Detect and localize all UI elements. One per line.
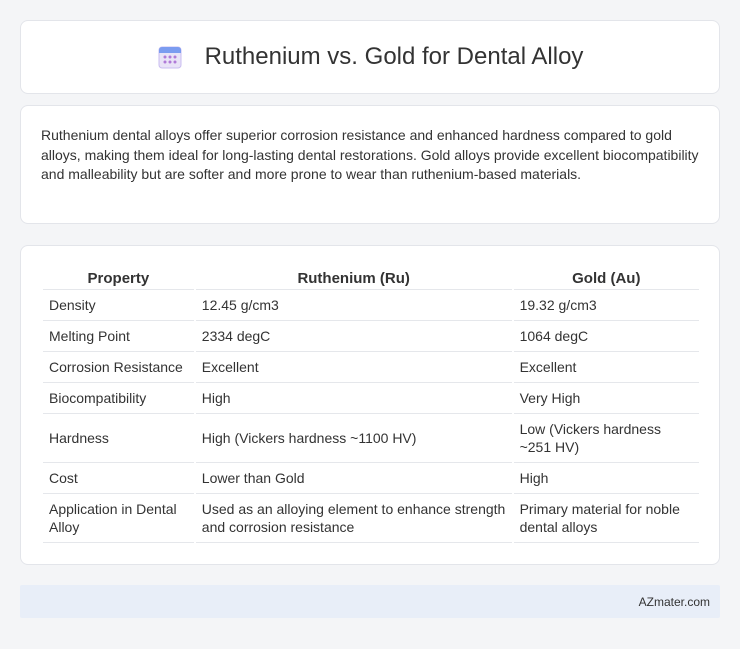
- table-row: Corrosion Resistance Excellent Excellent: [43, 352, 699, 383]
- table-row: Biocompatibility High Very High: [43, 383, 699, 414]
- cell-property: Cost: [43, 463, 194, 494]
- header-property: Property: [43, 266, 194, 290]
- page-title: Ruthenium vs. Gold for Dental Alloy: [204, 43, 584, 70]
- cell-ruthenium: Lower than Gold: [195, 463, 512, 494]
- cell-ruthenium: 2334 degC: [195, 321, 512, 352]
- intro-card: Ruthenium dental alloys offer superior c…: [20, 105, 720, 224]
- title-wrap: Ruthenium vs. Gold for Dental Alloy: [157, 43, 584, 71]
- cell-property: Density: [43, 290, 194, 321]
- cell-ruthenium: Excellent: [195, 352, 512, 383]
- cell-property: Biocompatibility: [43, 383, 194, 414]
- footer: AZmater.com: [20, 585, 720, 618]
- cell-gold: 19.32 g/cm3: [513, 290, 699, 321]
- cell-ruthenium: High: [195, 383, 512, 414]
- calendar-icon: [157, 44, 183, 70]
- cell-gold: Very High: [513, 383, 699, 414]
- cell-ruthenium: 12.45 g/cm3: [195, 290, 512, 321]
- cell-gold: Primary material for noble dental alloys: [513, 494, 699, 543]
- comparison-table: Property Ruthenium (Ru) Gold (Au) Densit…: [41, 266, 701, 543]
- cell-ruthenium: High (Vickers hardness ~1100 HV): [195, 414, 512, 463]
- cell-gold: Excellent: [513, 352, 699, 383]
- table-card: Property Ruthenium (Ru) Gold (Au) Densit…: [20, 245, 720, 565]
- title-card: Ruthenium vs. Gold for Dental Alloy: [20, 20, 720, 94]
- table-row: Application in Dental Alloy Used as an a…: [43, 494, 699, 543]
- cell-property: Application in Dental Alloy: [43, 494, 194, 543]
- cell-gold: 1064 degC: [513, 321, 699, 352]
- table-row: Melting Point 2334 degC 1064 degC: [43, 321, 699, 352]
- table-row: Hardness High (Vickers hardness ~1100 HV…: [43, 414, 699, 463]
- cell-property: Corrosion Resistance: [43, 352, 194, 383]
- footer-source: AZmater.com: [638, 594, 710, 609]
- cell-gold: High: [513, 463, 699, 494]
- header-gold: Gold (Au): [513, 266, 699, 290]
- cell-ruthenium: Used as an alloying element to enhance s…: [195, 494, 512, 543]
- table-header-row: Property Ruthenium (Ru) Gold (Au): [43, 266, 699, 290]
- cell-property: Melting Point: [43, 321, 194, 352]
- cell-property: Hardness: [43, 414, 194, 463]
- table-row: Density 12.45 g/cm3 19.32 g/cm3: [43, 290, 699, 321]
- intro-text: Ruthenium dental alloys offer superior c…: [41, 127, 699, 182]
- header-ruthenium: Ruthenium (Ru): [195, 266, 512, 290]
- table-row: Cost Lower than Gold High: [43, 463, 699, 494]
- cell-gold: Low (Vickers hardness ~251 HV): [513, 414, 699, 463]
